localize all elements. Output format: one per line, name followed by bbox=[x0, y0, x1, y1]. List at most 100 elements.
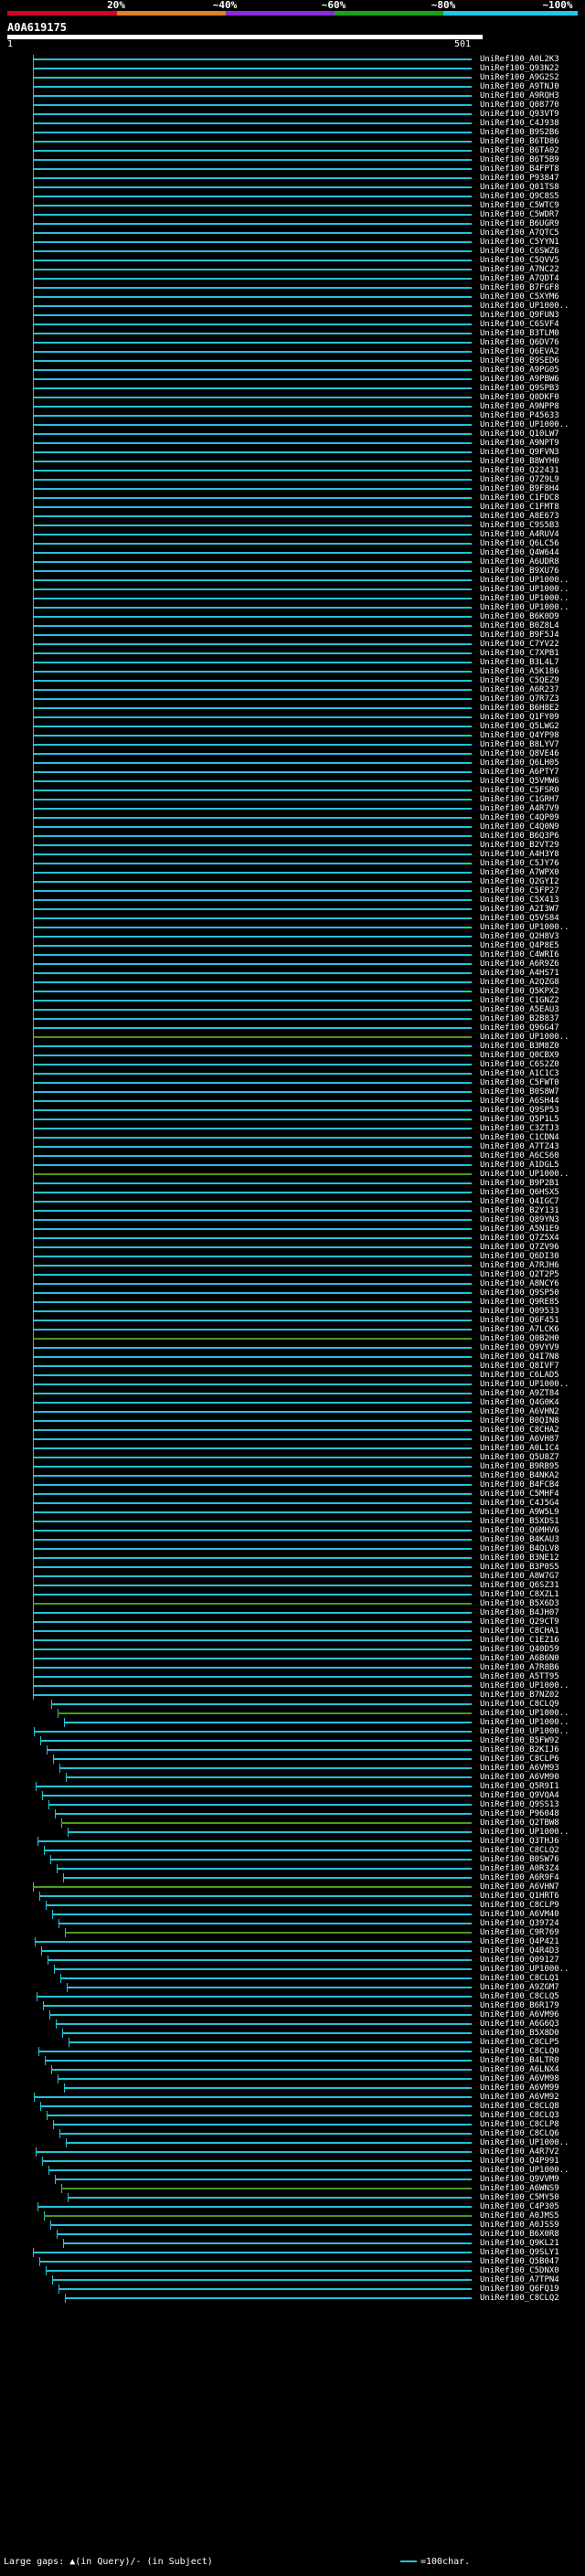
hit-alignment-line[interactable] bbox=[33, 1438, 472, 1440]
hit-label[interactable]: UniRef100_B0QIN8 bbox=[480, 1416, 559, 1426]
hit-label[interactable]: UniRef100_Q6FQ19 bbox=[480, 2284, 559, 2294]
hit-alignment-line[interactable] bbox=[33, 1237, 472, 1239]
hit-row[interactable]: UniRef100_A5EAU3 bbox=[0, 1005, 585, 1014]
hit-alignment-line[interactable] bbox=[33, 351, 472, 353]
hit-label[interactable]: UniRef100_Q4YP98 bbox=[480, 731, 559, 740]
hit-row[interactable]: UniRef100_Q8IVF7 bbox=[0, 1362, 585, 1371]
hit-row[interactable]: UniRef100_B5X6D3 bbox=[0, 1599, 585, 1608]
hit-label[interactable]: UniRef100_Q0CBX9 bbox=[480, 1051, 559, 1060]
hit-alignment-line[interactable] bbox=[58, 2288, 472, 2290]
hit-label[interactable]: UniRef100_Q22431 bbox=[480, 466, 559, 475]
hit-row[interactable]: UniRef100_A9ZT84 bbox=[0, 1389, 585, 1398]
hit-row[interactable]: UniRef100_B4JH07 bbox=[0, 1608, 585, 1617]
hit-row[interactable]: UniRef100_A6VHN2 bbox=[0, 1407, 585, 1416]
hit-label[interactable]: UniRef100_A6CS60 bbox=[480, 1151, 559, 1161]
hit-label[interactable]: UniRef100_B9P2B1 bbox=[480, 1179, 559, 1188]
hit-label[interactable]: UniRef100_Q6F451 bbox=[480, 1316, 559, 1325]
hit-label[interactable]: UniRef100_A9TNJ0 bbox=[480, 82, 559, 91]
hit-row[interactable]: UniRef100_C5WTC9 bbox=[0, 201, 585, 210]
hit-alignment-line[interactable] bbox=[37, 1840, 472, 1842]
hit-row[interactable]: UniRef100_C8CLQ5 bbox=[0, 1992, 585, 2001]
hit-alignment-line[interactable] bbox=[33, 506, 472, 508]
hit-alignment-line[interactable] bbox=[33, 1246, 472, 1248]
hit-alignment-line[interactable] bbox=[33, 1557, 472, 1559]
hit-alignment-line[interactable] bbox=[33, 369, 472, 371]
hit-row[interactable]: UniRef100_B7NZ02 bbox=[0, 1691, 585, 1700]
hit-row[interactable]: UniRef100_A7NC22 bbox=[0, 265, 585, 274]
hit-alignment-line[interactable] bbox=[33, 232, 472, 234]
hit-row[interactable]: UniRef100_B4FCB4 bbox=[0, 1480, 585, 1489]
hit-alignment-line[interactable] bbox=[33, 671, 472, 673]
hit-alignment-line[interactable] bbox=[64, 2087, 472, 2089]
hit-alignment-line[interactable] bbox=[61, 1822, 472, 1824]
hit-alignment-line[interactable] bbox=[46, 1904, 472, 1906]
hit-row[interactable]: UniRef100_A2I3W7 bbox=[0, 905, 585, 914]
hit-alignment-line[interactable] bbox=[57, 1868, 472, 1870]
hit-label[interactable]: UniRef100_B3M8Z0 bbox=[480, 1042, 559, 1051]
hit-alignment-line[interactable] bbox=[33, 1630, 472, 1632]
hit-label[interactable]: UniRef100_Q9C8S5 bbox=[480, 192, 559, 201]
hit-alignment-line[interactable] bbox=[45, 2060, 472, 2062]
hit-row[interactable]: UniRef100_A5TT95 bbox=[0, 1672, 585, 1681]
hit-label[interactable]: UniRef100_C8CLQ6 bbox=[480, 2129, 559, 2138]
hit-row[interactable]: UniRef100_B3NE12 bbox=[0, 1553, 585, 1563]
hit-alignment-line[interactable] bbox=[33, 607, 472, 609]
hit-label[interactable]: UniRef100_Q01TS8 bbox=[480, 183, 559, 192]
hit-row[interactable]: UniRef100_C5YYN1 bbox=[0, 238, 585, 247]
hit-row[interactable]: UniRef100_Q4I7N8 bbox=[0, 1352, 585, 1362]
hit-alignment-line[interactable] bbox=[59, 2133, 472, 2135]
hit-alignment-line[interactable] bbox=[33, 981, 472, 983]
hit-alignment-line[interactable] bbox=[33, 652, 472, 654]
hit-alignment-line[interactable] bbox=[33, 479, 472, 481]
hit-label[interactable]: UniRef100_Q9VQA4 bbox=[480, 1791, 559, 1800]
hit-row[interactable]: UniRef100_Q9VVM9 bbox=[0, 2175, 585, 2184]
hit-alignment-line[interactable] bbox=[33, 1292, 472, 1294]
hit-row[interactable]: UniRef100_P93847 bbox=[0, 174, 585, 183]
hit-label[interactable]: UniRef100_Q6LC56 bbox=[480, 539, 559, 548]
hit-row[interactable]: UniRef100_Q6DI30 bbox=[0, 1252, 585, 1261]
hit-alignment-line[interactable] bbox=[42, 2160, 472, 2162]
hit-alignment-line[interactable] bbox=[33, 1228, 472, 1230]
hit-row[interactable]: UniRef100_Q96G47 bbox=[0, 1023, 585, 1033]
hit-alignment-line[interactable] bbox=[33, 461, 472, 462]
hit-label[interactable]: UniRef100_A7WPX0 bbox=[480, 868, 559, 877]
hit-label[interactable]: UniRef100_A1DGL5 bbox=[480, 1161, 559, 1170]
hit-label[interactable]: UniRef100_A4R7V2 bbox=[480, 2147, 559, 2157]
hit-row[interactable]: UniRef100_A7WPX0 bbox=[0, 868, 585, 877]
hit-row[interactable]: UniRef100_Q22431 bbox=[0, 466, 585, 475]
hit-alignment-line[interactable] bbox=[33, 716, 472, 718]
hit-alignment-line[interactable] bbox=[53, 2124, 472, 2125]
hit-label[interactable]: UniRef100_C5YYN1 bbox=[480, 238, 559, 247]
hit-label[interactable]: UniRef100_Q6MHV6 bbox=[480, 1526, 559, 1535]
hit-alignment-line[interactable] bbox=[33, 552, 472, 554]
hit-row[interactable]: UniRef100_Q0DKF0 bbox=[0, 393, 585, 402]
hit-label[interactable]: UniRef100_C5QEZ9 bbox=[480, 676, 559, 685]
hit-row[interactable]: UniRef100_C4J938 bbox=[0, 119, 585, 128]
hit-label[interactable]: UniRef100_Q09127 bbox=[480, 1956, 559, 1965]
hit-alignment-line[interactable] bbox=[52, 1913, 472, 1915]
hit-alignment-line[interactable] bbox=[33, 1530, 472, 1532]
hit-alignment-line[interactable] bbox=[33, 908, 472, 910]
hit-alignment-line[interactable] bbox=[33, 936, 472, 938]
hit-label[interactable]: UniRef100_Q4W644 bbox=[480, 548, 559, 557]
hit-label[interactable]: UniRef100_A9W5L9 bbox=[480, 1508, 559, 1517]
hit-alignment-line[interactable] bbox=[33, 1639, 472, 1641]
hit-alignment-line[interactable] bbox=[33, 1018, 472, 1020]
hit-alignment-line[interactable] bbox=[33, 132, 472, 133]
hit-label[interactable]: UniRef100_A7TPN4 bbox=[480, 2275, 559, 2284]
hit-row[interactable]: UniRef100_C5DNX0 bbox=[0, 2266, 585, 2275]
hit-label[interactable]: UniRef100_A9NPT9 bbox=[480, 439, 559, 448]
hit-label[interactable]: UniRef100_B4KAU3 bbox=[480, 1535, 559, 1544]
hit-alignment-line[interactable] bbox=[33, 1475, 472, 1477]
hit-alignment-line[interactable] bbox=[46, 2270, 472, 2272]
hit-row[interactable]: UniRef100_C5JY76 bbox=[0, 859, 585, 868]
hit-label[interactable]: UniRef100_C5FSR0 bbox=[480, 786, 559, 795]
hit-label[interactable]: UniRef100_Q6SZ31 bbox=[480, 1581, 559, 1590]
hit-row[interactable]: UniRef100_C5FWT0 bbox=[0, 1078, 585, 1087]
hit-alignment-line[interactable] bbox=[33, 1429, 472, 1431]
hit-alignment-line[interactable] bbox=[33, 1182, 472, 1184]
hit-row[interactable]: UniRef100_UP1000.. bbox=[0, 594, 585, 603]
hit-label[interactable]: UniRef100_Q7Z9L9 bbox=[480, 475, 559, 484]
hit-alignment-line[interactable] bbox=[52, 2279, 472, 2281]
hit-alignment-line[interactable] bbox=[33, 1000, 472, 1002]
